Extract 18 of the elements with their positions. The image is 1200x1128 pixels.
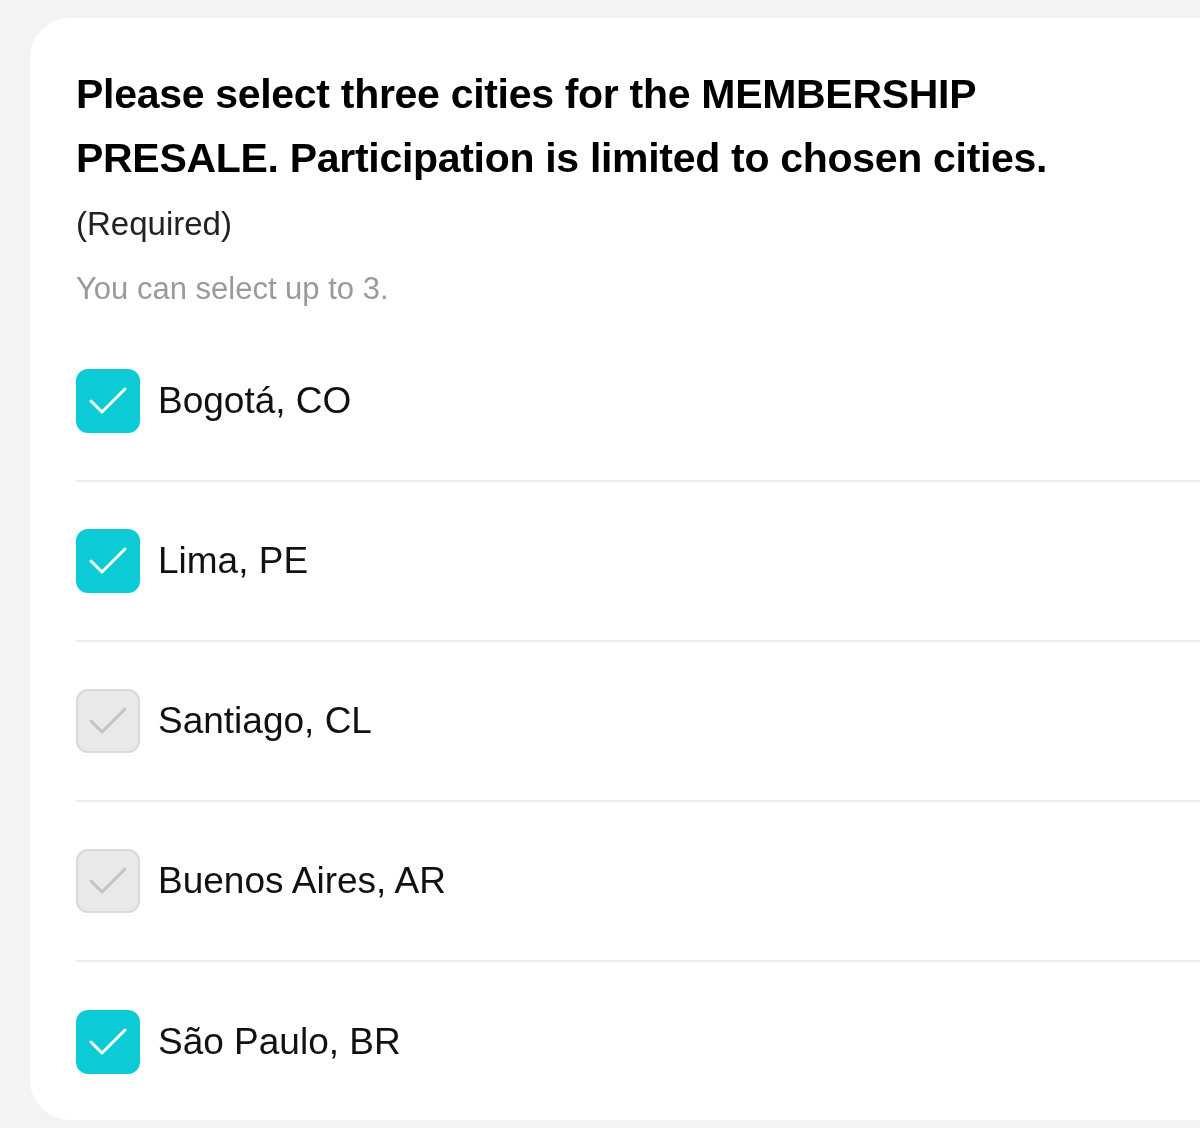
check-icon <box>89 547 127 575</box>
city-label[interactable]: Bogotá, CO <box>158 373 352 429</box>
city-label[interactable]: São Paulo, BR <box>158 1014 401 1070</box>
checkbox[interactable] <box>76 849 140 913</box>
check-icon <box>89 867 127 895</box>
selection-hint: You can select up to 3. <box>76 270 390 308</box>
checkbox[interactable] <box>76 1010 140 1074</box>
check-icon <box>89 387 127 415</box>
checkbox[interactable] <box>76 529 140 593</box>
check-icon <box>89 707 127 735</box>
city-label[interactable]: Buenos Aires, AR <box>158 853 446 909</box>
checkbox[interactable] <box>76 369 140 433</box>
check-icon <box>89 1028 127 1056</box>
required-note: (Required) <box>76 204 233 244</box>
city-label[interactable]: Santiago, CL <box>158 693 372 749</box>
city-label[interactable]: Lima, PE <box>158 533 309 589</box>
question-title: Please select three cities for the MEMBERSHIP PRESALE. Participation is limited to chosen cities. <box>76 70 1049 183</box>
checkbox[interactable] <box>76 689 140 753</box>
